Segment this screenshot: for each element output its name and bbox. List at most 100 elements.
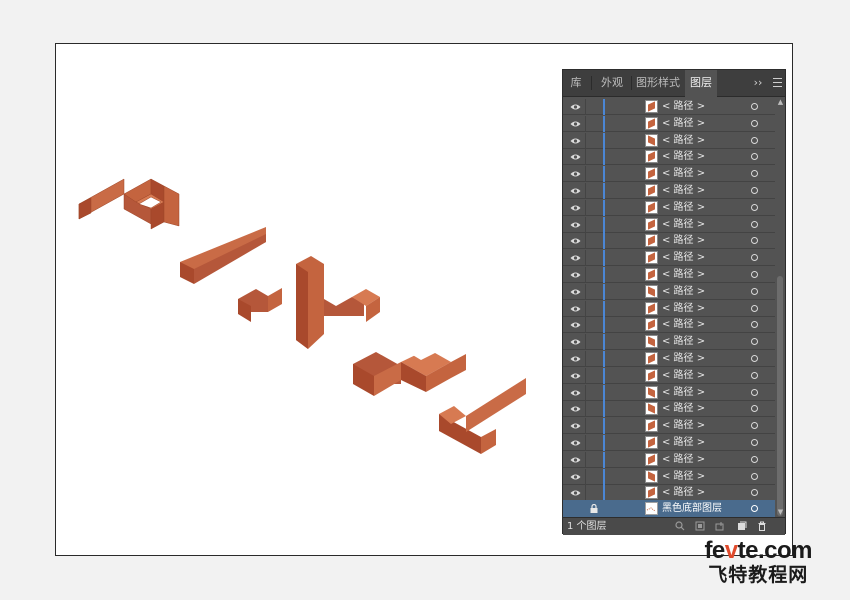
path-name[interactable]: < 路径 >: [662, 250, 705, 266]
path-row[interactable]: < 路径 >: [563, 485, 775, 502]
target-circle[interactable]: [751, 287, 758, 295]
layers-scrollbar[interactable]: ▲ ▼: [776, 98, 785, 516]
path-name[interactable]: < 路径 >: [662, 334, 705, 350]
target-circle[interactable]: [751, 170, 758, 178]
path-row[interactable]: < 路径 >: [563, 166, 775, 183]
path-name[interactable]: < 路径 >: [662, 233, 705, 249]
target-circle[interactable]: [751, 254, 758, 262]
target-circle[interactable]: [751, 321, 758, 329]
path-row[interactable]: < 路径 >: [563, 283, 775, 300]
path-name[interactable]: < 路径 >: [662, 469, 705, 485]
visibility-eye-icon[interactable]: [570, 103, 581, 111]
path-row[interactable]: < 路径 >: [563, 99, 775, 115]
visibility-eye-icon[interactable]: [570, 271, 581, 279]
path-name[interactable]: < 路径 >: [662, 317, 705, 333]
visibility-eye-icon[interactable]: [570, 389, 581, 397]
new-layer-icon[interactable]: [737, 521, 747, 531]
path-row[interactable]: < 路径 >: [563, 149, 775, 166]
target-circle[interactable]: [751, 472, 758, 480]
visibility-eye-icon[interactable]: [570, 456, 581, 464]
path-row[interactable]: < 路径 >: [563, 250, 775, 267]
path-name[interactable]: < 路径 >: [662, 368, 705, 384]
target-circle[interactable]: [751, 237, 758, 245]
target-circle[interactable]: [751, 203, 758, 211]
target-circle[interactable]: [751, 119, 758, 127]
path-row[interactable]: < 路径 >: [563, 351, 775, 367]
layer-name[interactable]: 黑色底部图层: [662, 500, 722, 517]
scroll-thumb[interactable]: [777, 276, 783, 516]
path-row[interactable]: < 路径 >: [563, 334, 775, 351]
target-circle[interactable]: [751, 187, 758, 194]
visibility-eye-icon[interactable]: [570, 254, 581, 262]
path-row[interactable]: < 路径 >: [563, 401, 775, 418]
path-row[interactable]: < 路径 >: [563, 468, 775, 485]
target-circle[interactable]: [751, 371, 758, 379]
path-row[interactable]: < 路径 >: [563, 367, 775, 384]
path-row[interactable]: < 路径 >: [563, 384, 775, 401]
lock-icon[interactable]: [590, 504, 598, 513]
visibility-eye-icon[interactable]: [570, 153, 581, 161]
visibility-eye-icon[interactable]: [570, 321, 581, 329]
target-circle[interactable]: [751, 455, 758, 463]
target-circle[interactable]: [751, 439, 758, 446]
delete-layer-icon[interactable]: [757, 521, 767, 531]
new-sublayer-icon[interactable]: [715, 521, 725, 531]
path-row[interactable]: < 路径 >: [563, 132, 775, 149]
panel-menu-icon[interactable]: [773, 78, 782, 87]
visibility-eye-icon[interactable]: [570, 221, 581, 229]
clipping-mask-icon[interactable]: [695, 521, 705, 531]
visibility-eye-icon[interactable]: [570, 338, 581, 346]
path-name[interactable]: < 路径 >: [662, 133, 705, 149]
target-circle[interactable]: [751, 405, 758, 413]
visibility-eye-icon[interactable]: [570, 439, 581, 447]
target-circle[interactable]: [751, 153, 758, 161]
path-name[interactable]: < 路径 >: [662, 418, 705, 434]
path-name[interactable]: < 路径 >: [662, 166, 705, 182]
path-row[interactable]: < 路径 >: [563, 300, 775, 317]
target-circle[interactable]: [751, 388, 758, 396]
path-row[interactable]: < 路径 >: [563, 435, 775, 451]
path-name[interactable]: < 路径 >: [662, 99, 705, 115]
path-name[interactable]: < 路径 >: [662, 217, 705, 233]
target-circle[interactable]: [751, 338, 758, 346]
path-row[interactable]: < 路径 >: [563, 115, 775, 132]
path-name[interactable]: < 路径 >: [662, 301, 705, 317]
path-row[interactable]: < 路径 >: [563, 267, 775, 283]
layer-row-black-bottom[interactable]: 黑色底部图层: [563, 500, 775, 517]
path-row[interactable]: < 路径 >: [563, 199, 775, 216]
target-circle[interactable]: [751, 304, 758, 312]
target-circle[interactable]: [751, 355, 758, 362]
locate-object-icon[interactable]: [675, 521, 685, 531]
target-circle[interactable]: [751, 136, 758, 144]
tab-layers[interactable]: 图层: [685, 70, 717, 97]
visibility-eye-icon[interactable]: [570, 170, 581, 178]
path-row[interactable]: < 路径 >: [563, 451, 775, 468]
visibility-eye-icon[interactable]: [570, 372, 581, 380]
visibility-eye-icon[interactable]: [570, 489, 581, 497]
visibility-eye-icon[interactable]: [570, 288, 581, 296]
scroll-up-icon[interactable]: ▲: [776, 98, 785, 106]
path-row[interactable]: < 路径 >: [563, 216, 775, 233]
visibility-eye-icon[interactable]: [570, 422, 581, 430]
visibility-eye-icon[interactable]: [570, 137, 581, 145]
path-name[interactable]: < 路径 >: [662, 116, 705, 132]
path-name[interactable]: < 路径 >: [662, 452, 705, 468]
visibility-eye-icon[interactable]: [570, 187, 581, 195]
target-circle[interactable]: [751, 422, 758, 430]
layer-target-circle[interactable]: [751, 505, 758, 512]
scroll-down-icon[interactable]: ▼: [776, 508, 785, 516]
path-name[interactable]: < 路径 >: [662, 401, 705, 417]
path-row[interactable]: < 路径 >: [563, 233, 775, 250]
tab-appearance[interactable]: 外观: [597, 70, 627, 96]
path-row[interactable]: < 路径 >: [563, 183, 775, 199]
visibility-eye-icon[interactable]: [570, 204, 581, 212]
target-circle[interactable]: [751, 103, 758, 110]
path-name[interactable]: < 路径 >: [662, 385, 705, 401]
path-name[interactable]: < 路径 >: [662, 284, 705, 300]
path-name[interactable]: < 路径 >: [662, 435, 705, 451]
path-name[interactable]: < 路径 >: [662, 351, 705, 367]
path-name[interactable]: < 路径 >: [662, 183, 705, 199]
path-row[interactable]: < 路径 >: [563, 418, 775, 435]
path-row[interactable]: < 路径 >: [563, 317, 775, 334]
visibility-eye-icon[interactable]: [570, 305, 581, 313]
